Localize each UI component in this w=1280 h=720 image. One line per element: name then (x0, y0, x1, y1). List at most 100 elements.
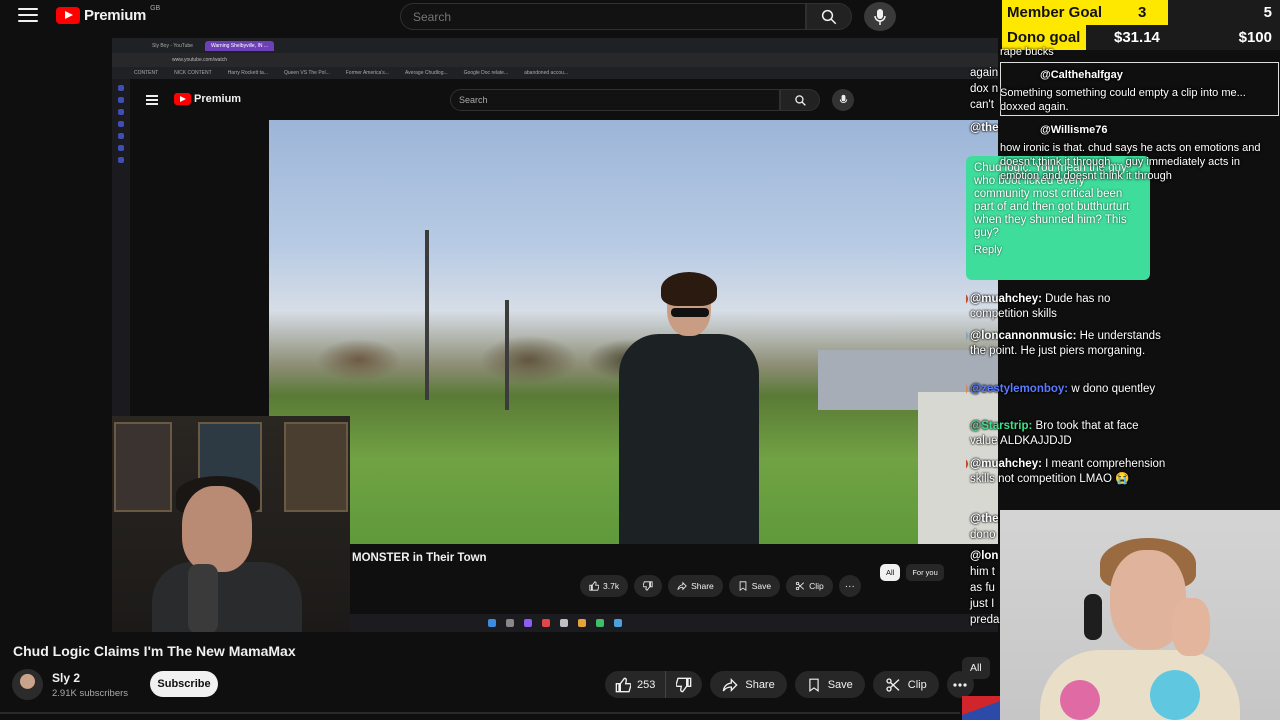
channel-avatar[interactable] (12, 669, 43, 700)
captured-like-button[interactable]: 3.7k (580, 575, 629, 597)
captured-search-input[interactable]: Search (450, 89, 780, 111)
browser-tab[interactable]: Sly Boy - YouTube (146, 41, 199, 51)
streamer-webcam-left (112, 416, 350, 632)
chat-avatar (966, 383, 968, 395)
youtube-header: Premium GB (0, 0, 1000, 34)
dono-goal-current: $31.14 (1114, 29, 1160, 46)
browser-url-bar[interactable]: www.youtube.com/watch (112, 53, 998, 67)
captured-chip-for-you[interactable]: For you (906, 564, 944, 581)
captured-dislike-button[interactable] (634, 575, 663, 597)
save-label: Save (827, 678, 853, 691)
captured-video-title: MONSTER in Their Town (352, 552, 487, 564)
taskbar-app-icon[interactable] (524, 619, 532, 627)
like-count: 253 (637, 678, 656, 691)
bookmarks-bar: CONTENT NICK CONTENT Harry Rockett ta...… (112, 67, 998, 79)
logo-region: GB (150, 5, 161, 12)
share-label: Share (745, 678, 775, 691)
clip-icon (886, 677, 900, 692)
taskbar-app-icon[interactable] (560, 619, 568, 627)
search-box (400, 3, 806, 30)
taskbar-app-icon[interactable] (614, 619, 622, 627)
dislike-button[interactable] (666, 671, 702, 698)
menu-icon[interactable] (18, 8, 38, 24)
bookmark[interactable]: abandoned accou... (524, 70, 568, 76)
bookmark[interactable]: Queen VS The Pol... (284, 70, 330, 76)
captured-search-button[interactable] (780, 89, 820, 111)
windows-start-icon[interactable] (488, 619, 496, 627)
chat-message: @muahchey: Dude has no competition skill… (966, 292, 1166, 322)
tts-user: @Willisme76 (1040, 124, 1108, 136)
search-button[interactable] (806, 3, 852, 30)
chat-message: @zestylemonboy: w dono quentley (966, 382, 1166, 397)
chat-avatar (966, 330, 968, 342)
bookmark[interactable]: Former America's... (346, 70, 389, 76)
captured-chip-all[interactable]: All (880, 564, 901, 581)
browser-tab-bar: Sly Boy - YouTube Warning Shelbyville, I… (112, 38, 998, 53)
taskbar-app-icon[interactable] (596, 619, 604, 627)
captured-mic-button[interactable] (832, 89, 854, 111)
clip-button[interactable]: Clip (872, 671, 939, 698)
share-button[interactable]: Share (710, 671, 787, 698)
captured-logo-text: Premium (194, 93, 242, 105)
more-icon (953, 682, 967, 687)
subscriber-count: 2.91K subscribers (52, 688, 129, 699)
screen: Premium GB Sly Boy - YouTube Warning She… (0, 0, 1280, 720)
tts-user: @Calthehalfgay (1040, 69, 1123, 81)
like-icon (615, 677, 631, 692)
taskbar-app-icon[interactable] (542, 619, 550, 627)
mic-icon (874, 8, 886, 25)
youtube-logo[interactable]: Premium GB (56, 5, 161, 24)
bookmark[interactable]: NICK CONTENT (174, 70, 212, 76)
bookmark[interactable]: Harry Rockett ta... (228, 70, 268, 76)
youtube-logo-icon (174, 93, 191, 105)
video-actions: 253 Share Save Clip (605, 671, 974, 698)
streamer-webcam-right (1000, 510, 1280, 720)
video-scene-pole (425, 230, 429, 400)
captured-clip-button[interactable]: Clip (786, 575, 833, 597)
taskbar-app-icon[interactable] (578, 619, 586, 627)
voice-search-button[interactable] (864, 2, 896, 31)
chat-message: @Starstrip: Bro took that at face value … (970, 420, 1139, 447)
save-button[interactable]: Save (794, 671, 865, 698)
divider (0, 712, 960, 714)
taskbar-search-icon[interactable] (506, 619, 514, 627)
captured-chips: All For you (880, 564, 944, 581)
save-icon (739, 581, 747, 591)
subscribe-button[interactable]: Subscribe (150, 671, 218, 697)
captured-video-player[interactable] (269, 120, 998, 544)
bookmark[interactable]: Google Doc relate... (464, 70, 508, 76)
clip-label: Clip (907, 678, 927, 691)
tts-line: rape bucks (1000, 46, 1054, 58)
captured-youtube-header: Premium Search (130, 79, 998, 119)
chat-message: @muahchey: I meant comprehension skills … (966, 457, 1166, 487)
browser-tab-active[interactable]: Warning Shelbyville, IN ... (204, 40, 275, 51)
like-button[interactable]: 253 (605, 671, 667, 698)
search-icon (794, 94, 806, 106)
reply-button[interactable]: Reply (974, 244, 1142, 257)
search-input[interactable] (401, 4, 805, 29)
mic-icon (839, 94, 847, 103)
video-scene-person (619, 272, 759, 544)
channel-name[interactable]: Sly 2 (52, 671, 80, 685)
captured-youtube-logo[interactable]: Premium (174, 93, 241, 105)
logo-text: Premium (84, 7, 147, 24)
bookmark[interactable]: CONTENT (134, 70, 158, 76)
share-icon (723, 677, 738, 692)
youtube-logo-icon (56, 7, 80, 24)
bookmark[interactable]: Average Chudlog... (405, 70, 448, 76)
video-title: Chud Logic Claims I'm The New MamaMax (13, 643, 296, 659)
stream-goals-overlay: 5 Member Goal 3 $100 Dono goal $31.14 (1002, 0, 1280, 50)
share-icon (677, 581, 687, 591)
captured-more-icon[interactable]: ··· (838, 575, 861, 597)
captured-clip-label: Clip (809, 581, 824, 591)
captured-share-label: Share (691, 581, 714, 591)
captured-video-actions: 3.7k Share Save Clip ··· (580, 575, 861, 597)
captured-save-label: Save (751, 581, 772, 591)
clip-icon (795, 581, 805, 591)
chat-avatar (966, 293, 968, 305)
chip-all[interactable]: All (962, 657, 990, 679)
captured-menu-icon[interactable] (146, 95, 158, 105)
captured-share-button[interactable]: Share (668, 575, 723, 597)
captured-save-button[interactable]: Save (728, 575, 781, 597)
captured-like-count: 3.7k (603, 581, 620, 591)
